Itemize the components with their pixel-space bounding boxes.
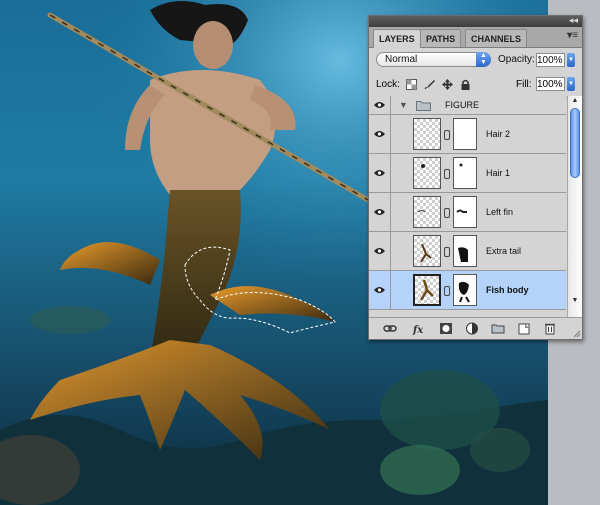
tab-channels[interactable]: CHANNELS [465,29,528,47]
visibility-cell [369,115,391,153]
layer-mask-thumbnail[interactable] [453,157,477,189]
layer-name: Hair 2 [486,129,511,139]
fin-thumbnail-icon [417,210,426,213]
fill-field[interactable]: 100% [536,77,565,91]
panel-footer: fx [369,317,582,339]
eye-icon[interactable] [374,130,385,138]
panel-titlebar[interactable]: ◂◂ [369,15,582,27]
lock-transparency-icon[interactable] [406,79,417,90]
eye-icon[interactable] [374,208,385,216]
layer-name: Hair 1 [486,168,511,178]
lock-pixels-brush-icon[interactable] [424,79,435,90]
folder-icon [416,101,431,111]
opacity-field[interactable]: 100% [536,53,565,67]
select-arrows-icon: ▲ ▼ [476,52,491,67]
panel-tabs: LAYERS PATHS CHANNELS ▾≡ [369,27,582,48]
lock-position-move-icon[interactable] [442,79,453,90]
fill-slider-button[interactable]: ▼ [567,77,575,91]
mask-shape-icon [458,247,468,262]
visibility-cell [369,193,391,231]
opacity-label: Opacity: [498,54,535,65]
link-chain-icon [444,286,450,296]
hair-thumbnail-icon [421,164,425,168]
svg-text:fx: fx [412,325,424,335]
layer-mask-thumbnail[interactable] [453,118,477,150]
visibility-cell [369,232,391,270]
fx-icon[interactable]: fx [412,322,426,335]
link-chain-icon [444,247,450,257]
panel-menu-icon[interactable]: ▾≡ [567,30,578,41]
eye-icon[interactable] [374,247,385,255]
layers-scrollbar[interactable]: ▲ ▼ [567,96,582,318]
tab-layers[interactable]: LAYERS [373,29,421,48]
group-folder-icon[interactable] [491,322,505,335]
mask-shape-icon [458,281,470,303]
layer-extra-tail[interactable]: Extra tail [369,232,566,271]
layers-panel: ◂◂ LAYERS PATHS CHANNELS ▾≡ Normal ▲ ▼ Op… [368,15,583,340]
mask-icon[interactable] [439,322,453,335]
layer-hair-2[interactable]: Hair 2 [369,115,566,154]
layer-fish-body[interactable]: Fish body [369,271,566,310]
link-chain-icon [444,208,450,218]
layer-group-figure[interactable]: ▼ FIGURE [369,96,566,115]
layer-mask-thumbnail[interactable] [453,274,477,306]
resize-grip-icon[interactable] [573,330,581,338]
collapse-icon[interactable]: ◂◂ [569,15,578,26]
lock-row: Lock: Fill: 100% ▼ [369,72,582,98]
mask-shape-icon [456,209,467,213]
blend-mode-value: Normal [385,54,418,65]
new-layer-icon[interactable] [517,322,531,335]
layer-thumbnail [413,118,441,150]
link-chain-icon [444,169,450,179]
visibility-cell [369,96,391,114]
layer-name: Extra tail [486,246,522,256]
adjustment-icon[interactable] [465,322,479,335]
group-name: FIGURE [445,100,480,110]
scrollbar-thumb[interactable] [570,108,580,178]
eye-icon[interactable] [374,286,385,294]
mask-shape-icon [459,163,463,167]
layer-name: Fish body [486,285,529,295]
link-icon[interactable] [383,322,397,335]
scroll-down-arrow-icon[interactable]: ▼ [568,296,582,306]
layer-mask-thumbnail[interactable] [453,196,477,228]
layer-thumbnail [413,274,441,306]
lock-all-icon[interactable] [460,79,471,90]
fill-label: Fill: [516,79,532,90]
blend-row: Normal ▲ ▼ Opacity: 100% ▼ [369,48,582,72]
body-thumbnail-icon [419,279,434,301]
tail-thumbnail-icon [420,243,432,263]
blend-mode-select[interactable]: Normal ▲ ▼ [376,52,491,67]
lock-label: Lock: [376,79,400,90]
layer-hair-1[interactable]: Hair 1 [369,154,566,193]
link-chain-icon [444,130,450,140]
visibility-cell [369,271,391,309]
eye-icon[interactable] [374,169,385,177]
trash-icon[interactable] [543,322,557,335]
disclosure-triangle-icon[interactable]: ▼ [399,100,408,110]
scroll-up-arrow-icon[interactable]: ▲ [568,96,582,106]
visibility-cell [369,154,391,192]
opacity-slider-button[interactable]: ▼ [567,53,575,67]
layer-mask-thumbnail[interactable] [453,235,477,267]
layer-left-fin[interactable]: Left fin [369,193,566,232]
layer-name: Left fin [486,207,514,217]
eye-icon[interactable] [374,101,385,109]
layer-thumbnail [413,196,441,228]
tab-paths[interactable]: PATHS [420,29,462,47]
layer-thumbnail [413,157,441,189]
layers-list: ▼ FIGURE Hair 2 Hair 1 Left fin Extra ta… [369,96,566,318]
layer-thumbnail [413,235,441,267]
